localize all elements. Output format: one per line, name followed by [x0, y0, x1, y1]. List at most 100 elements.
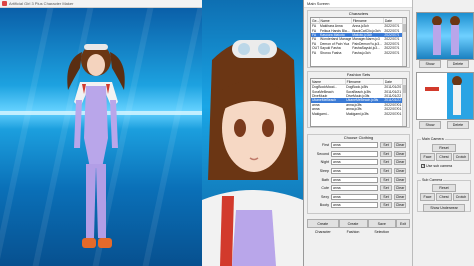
app-icon [2, 1, 7, 6]
closeup-viewport[interactable] [202, 0, 303, 266]
clothing-clear-button-night[interactable]: Clear [394, 159, 406, 166]
clothing-clear-button-cute[interactable]: Clear [394, 185, 406, 192]
light-ray [142, 8, 202, 266]
character-thumbnail[interactable] [416, 12, 474, 60]
clothing-set-button-cute[interactable]: Set [380, 185, 392, 192]
clothing-row: Cute anna Set Clear [308, 184, 409, 193]
fashion-set-row[interactable]: UkaneMeBeach UkaneMeBeach.jc3fs 2011/01/22 [311, 98, 406, 103]
clothing-set-button-night[interactable]: Set [380, 159, 392, 166]
main-screen-window[interactable]: Main Screen Characters Ge... Name Filena… [303, 0, 412, 266]
clothing-label-first: First [322, 143, 329, 148]
clothing-clear-button-bath[interactable]: Clear [394, 176, 406, 183]
use-sub-camera-checkbox[interactable]: Use sub camera [421, 163, 453, 168]
clothing-field-sleep[interactable]: anna [331, 168, 378, 175]
clothing-clear-button-sexy[interactable]: Clear [394, 193, 406, 200]
clothing-field-second[interactable]: anna [331, 150, 378, 157]
clothing-field-cute[interactable]: anna [331, 185, 378, 192]
fashion-thumbnail-image [425, 73, 473, 119]
clothing-row: Night anna Set Clear [308, 158, 409, 167]
show-underwear-button[interactable]: Show Underwear [423, 204, 465, 212]
3d-viewport[interactable] [0, 8, 202, 266]
clothing-row: Sleep anna Set Clear [308, 167, 409, 176]
character-model[interactable] [60, 38, 132, 266]
clothing-field-booty[interactable]: anna [331, 202, 378, 209]
table-cell: FashaSayuki.jc3... [352, 46, 380, 51]
render-window-titlebar[interactable]: Artificial Girl 3 Plus Character Maker [0, 0, 202, 8]
clothing-label-cute: Cute [321, 186, 329, 191]
create-character-button[interactable]: Create Character [307, 219, 339, 234]
character-row[interactable]: FA Wonderland Manager ManagerAlarm.jc3 2022… [311, 37, 406, 41]
clothing-clear-button-sleep[interactable]: Clear [394, 168, 406, 175]
fashion-thumbnail[interactable] [416, 72, 474, 120]
sub-camera-reset-button[interactable]: Reset [432, 184, 456, 192]
clothing-field-night[interactable]: anna [331, 159, 378, 166]
clothing-set-button-first[interactable]: Set [380, 142, 392, 149]
table-cell: Makigami... [312, 111, 330, 116]
show-fashion-button[interactable]: Show [419, 121, 441, 129]
character-row[interactable]: OUT Sayuki Fasha FashaSayuki.jc3... 2022/07… [311, 46, 406, 50]
closeup-character [202, 40, 303, 266]
sub-camera-face-button[interactable]: Face [420, 193, 435, 201]
clothing-field-bath[interactable]: anna [331, 176, 378, 183]
clothing-row: Sexy anna Set Clear [308, 193, 409, 202]
fashion-sets-table[interactable]: Name Filename Date DogBookMood... DogBook… [310, 78, 407, 127]
sub-camera-title: Sub Camera [421, 178, 444, 182]
character-thumbnail-image [432, 16, 460, 55]
exit-button[interactable]: Exit [396, 219, 410, 228]
table-cell: ManagerAlarm.jc3 [352, 37, 380, 42]
use-sub-camera-label: Use sub camera [426, 164, 453, 168]
render-window-title: Artificial Girl 3 Plus Character Maker [9, 1, 74, 6]
table-cell: FA [312, 50, 317, 55]
clothing-field-sexy[interactable]: anna [331, 193, 378, 200]
clothing-label-sleep: Sleep [319, 169, 329, 174]
save-selection-button[interactable]: Save Selection [367, 219, 396, 234]
main-camera-face-button[interactable]: Face [420, 153, 435, 161]
clothing-set-button-second[interactable]: Set [380, 150, 392, 157]
character-row[interactable]: FA Makihara Anna Anna.jc3ch 2022/07/1 [311, 24, 406, 29]
checkbox-box[interactable] [421, 163, 425, 168]
fashion-sets-group: Fashion Sets Name Filename Date DogBookM… [307, 71, 410, 128]
clothing-set-button-sleep[interactable]: Set [380, 168, 392, 175]
clothing-label-bath: Bath [321, 177, 329, 182]
fashion-set-row[interactable]: Makigami... Makigami.jc3fs 2022/07/01 [311, 111, 406, 116]
clothing-set-button-bath[interactable]: Set [380, 176, 392, 183]
main-camera-chest-button[interactable]: Chest [436, 153, 452, 161]
clothing-label-booty: Booty [319, 203, 329, 208]
main-camera-group: Main Camera Reset Face Chest Crotch Use … [417, 137, 471, 174]
sub-camera-chest-button[interactable]: Chest [436, 193, 452, 201]
create-fashion-button[interactable]: Create Fashion [338, 219, 368, 234]
fashion-sets-scrollbar[interactable] [402, 79, 406, 126]
character-row[interactable]: FA Shorou Fasha Fasha.jc3ch 2022/07/1 [311, 50, 406, 55]
table-cell: Fasha.jc3ch [352, 50, 371, 55]
clothing-row: Bath anna Set Clear [308, 175, 409, 184]
main-action-bar: Create Character Create Fashion Save Sel… [307, 219, 410, 234]
main-camera-reset-button[interactable]: Reset [432, 144, 456, 152]
clothing-label-sexy: Sexy [321, 194, 329, 199]
characters-table[interactable]: Ge... Name Filename Date FA Makihara Anna… [310, 17, 407, 67]
fashion-set-row[interactable]: DogBookMood... DogBook.jc3fs 2011/01/20 [311, 85, 406, 90]
table-cell: Shorou Fasha [320, 50, 342, 55]
clothing-row: Booty anna Set Clear [308, 201, 409, 210]
clothing-clear-button-booty[interactable]: Clear [394, 202, 406, 209]
delete-character-button[interactable]: Delete [447, 60, 469, 68]
clothing-row: Second anna Set Clear [308, 150, 409, 159]
delete-fashion-button[interactable]: Delete [447, 121, 469, 129]
clothing-set-button-sexy[interactable]: Set [380, 193, 392, 200]
sub-camera-crotch-button[interactable]: Crotch [453, 193, 469, 201]
choose-clothing-group: Choose Clothing First anna Set Clear Second a… [307, 134, 410, 214]
clothing-row: First anna Set Clear [308, 141, 409, 150]
main-camera-title: Main Camera [421, 137, 445, 141]
clothing-field-first[interactable]: anna [331, 142, 378, 149]
clothing-clear-button-first[interactable]: Clear [394, 142, 406, 149]
show-character-button[interactable]: Show [419, 60, 441, 68]
clothing-set-button-booty[interactable]: Set [380, 202, 392, 209]
table-cell: Wonderland Manager [320, 37, 352, 42]
main-screen-title: Main Screen [304, 0, 412, 8]
table-cell: UkaneMeBeach.jc3fs [345, 98, 384, 103]
table-cell: Makigami.jc3fs [346, 111, 369, 116]
characters-scrollbar[interactable] [402, 18, 406, 66]
clothing-label-second: Second [316, 151, 329, 156]
render-window[interactable]: Artificial Girl 3 Plus Character Maker [0, 0, 202, 266]
main-camera-crotch-button[interactable]: Crotch [453, 153, 469, 161]
clothing-clear-button-second[interactable]: Clear [394, 150, 406, 157]
